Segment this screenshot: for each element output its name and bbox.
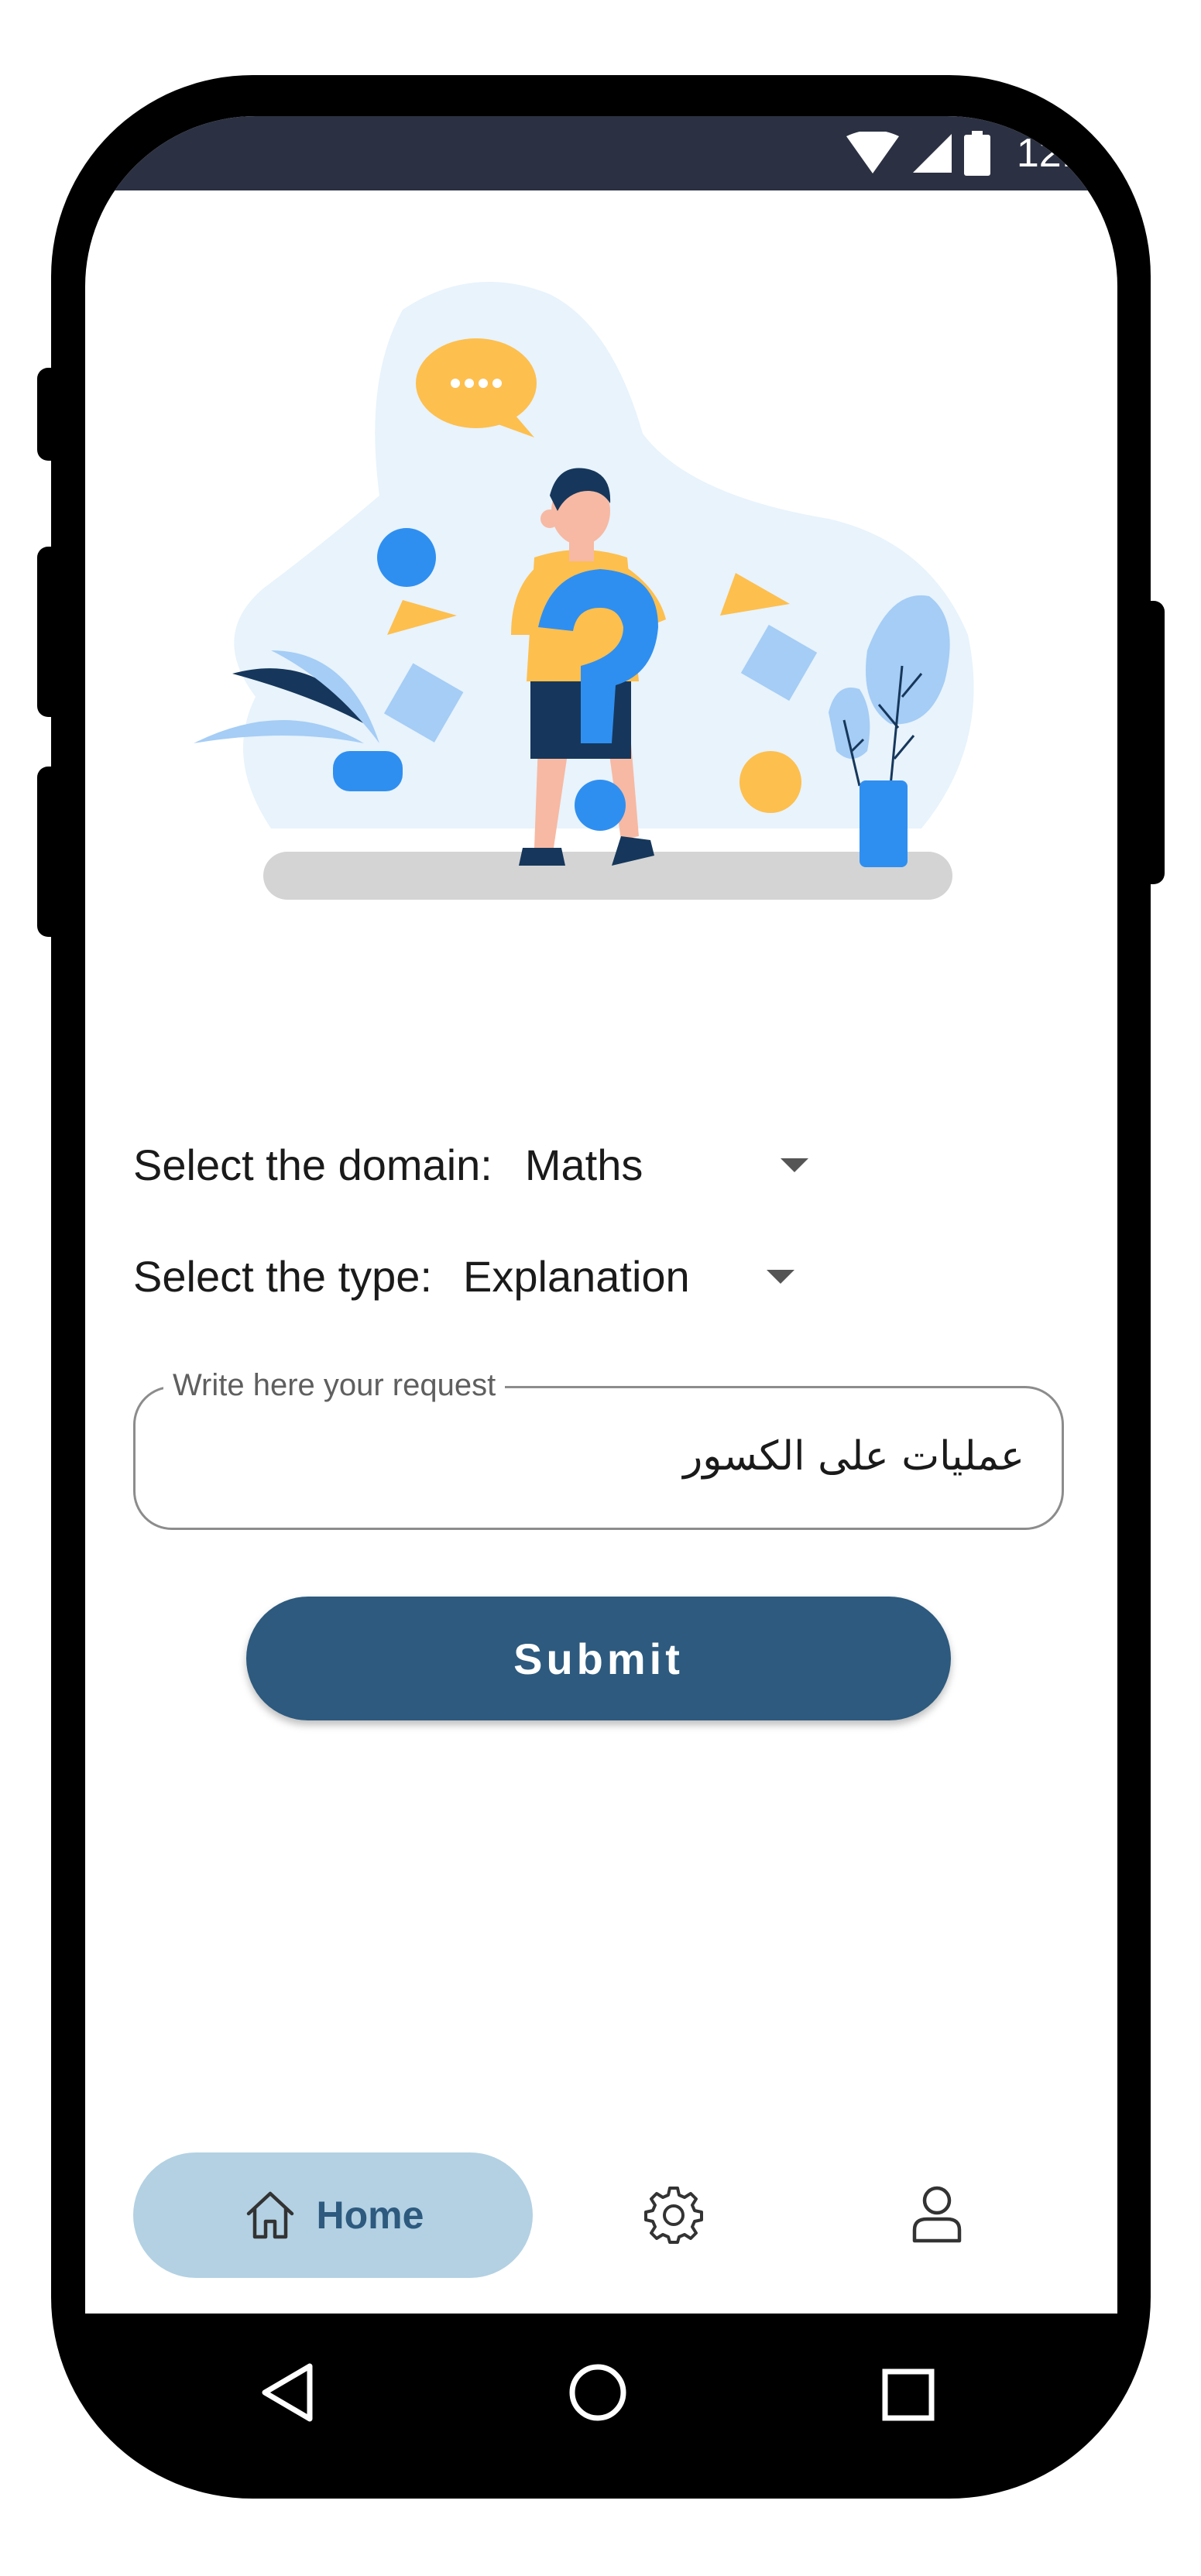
- chevron-down-icon: [767, 1269, 795, 1284]
- type-dropdown[interactable]: Explanation: [463, 1251, 795, 1302]
- question-person-illustration: [194, 282, 974, 900]
- nav-settings-button[interactable]: [619, 2160, 728, 2269]
- type-dropdown-value: Explanation: [463, 1252, 690, 1301]
- wifi-icon: [846, 132, 899, 173]
- request-input[interactable]: Write here your request عمليات على الكسو…: [133, 1368, 1064, 1530]
- nav-profile-button[interactable]: [883, 2160, 991, 2269]
- blue-circle-shape: [377, 528, 436, 587]
- home-circle-icon[interactable]: [567, 2362, 629, 2423]
- user-profile-icon: [912, 2186, 962, 2243]
- yellow-circle-shape: [739, 751, 801, 813]
- type-row: Select the type: Explanation: [133, 1251, 795, 1302]
- request-input-value: عمليات على الكسور: [683, 1433, 1024, 1480]
- status-bar: 12:30: [85, 116, 1117, 190]
- nav-home-label: Home: [316, 2194, 424, 2237]
- domain-dropdown[interactable]: Maths: [525, 1140, 808, 1190]
- domain-row: Select the domain: Maths: [133, 1140, 808, 1190]
- domain-dropdown-value: Maths: [524, 1141, 643, 1189]
- submit-button[interactable]: Submit: [246, 1597, 951, 1720]
- recent-apps-square-icon[interactable]: [881, 2368, 935, 2422]
- device-mockup: 12:30 Select the domain: Maths Select th…: [0, 0, 1201, 2576]
- home-icon: [246, 2191, 293, 2239]
- cellular-signal-icon: [912, 134, 952, 173]
- ground-bar: [263, 852, 952, 900]
- type-label: Select the type:: [133, 1252, 433, 1301]
- back-triangle-icon[interactable]: [259, 2362, 317, 2423]
- system-navigation-bar: [51, 2314, 1151, 2499]
- domain-label: Select the domain:: [133, 1141, 492, 1189]
- app-screen: 12:30 Select the domain: Maths Select th…: [85, 116, 1117, 2314]
- settings-gear-icon: [644, 2187, 703, 2244]
- battery-icon: [963, 131, 990, 176]
- request-input-label: Write here your request: [163, 1368, 506, 1403]
- chevron-down-icon: [780, 1158, 808, 1172]
- nav-home-button[interactable]: Home: [133, 2152, 533, 2278]
- status-icons: 12:30: [845, 116, 1117, 190]
- status-time: 12:30: [1016, 131, 1117, 176]
